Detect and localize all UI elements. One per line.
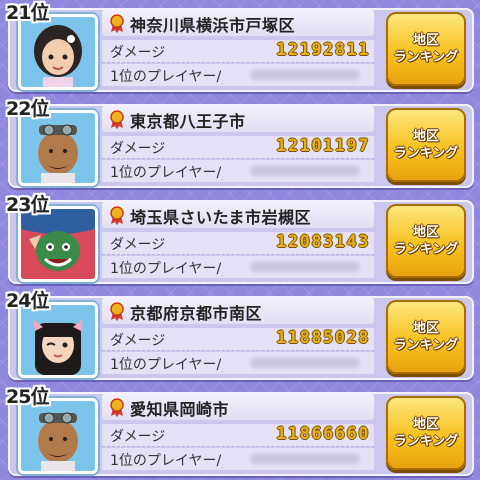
damage-value: 11885028 [276,328,370,348]
area-name: 神奈川県横浜市戸塚区 [130,16,296,35]
player-avatar [18,110,98,186]
top-player-line: 1位のプレイヤー/ [102,160,374,182]
damage-value: 12083143 [276,232,370,252]
damage-label: ダメージ [110,237,166,253]
damage-line: ダメージ 12192811 [102,40,374,63]
ranking-row: 21位 神奈川県横浜市戸塚区 ダメージ 12192811 1位のプレイヤー/ 地… [0,0,480,92]
area-name: 愛知県岡崎市 [130,400,230,419]
button-label-line1: 地区 [412,417,439,432]
top-player-label: 1位のプレイヤー/ [110,357,222,373]
area-ranking-button[interactable]: 地区 ランキング [386,108,466,182]
top-player-line: 1位のプレイヤー/ [102,64,374,86]
damage-value: 11866660 [276,424,370,444]
top-player-label: 1位のプレイヤー/ [110,261,222,277]
medal-icon [110,398,124,417]
rank-label: 21位 [6,2,49,24]
area-ranking-button[interactable]: 地区 ランキング [386,300,466,374]
rank-label: 25位 [6,386,49,408]
damage-label: ダメージ [110,429,166,445]
damage-line: ダメージ 12083143 [102,232,374,255]
player-avatar [18,302,98,378]
top-player-label: 1位のプレイヤー/ [110,165,222,181]
button-label-line2: ランキング [393,146,459,161]
blurred-player-name [250,454,360,464]
area-title-bar: 愛知県岡崎市 [102,394,374,420]
button-label-line1: 地区 [412,321,439,336]
rank-label: 24位 [6,290,49,312]
area-ranking-button[interactable]: 地区 ランキング [386,12,466,86]
damage-label: ダメージ [110,141,166,157]
ranking-row: 23位 埼玉県さいたま市岩槻区 ダメージ 12083143 1位のプレイヤー/ … [0,192,480,284]
damage-line: ダメージ 12101197 [102,136,374,159]
blurred-player-name [250,262,360,272]
blurred-player-name [250,166,360,176]
area-name: 東京都八王子市 [130,112,246,131]
ranking-list: 21位 神奈川県横浜市戸塚区 ダメージ 12192811 1位のプレイヤー/ 地… [0,0,480,480]
area-ranking-button[interactable]: 地区 ランキング [386,204,466,278]
area-title-bar: 東京都八王子市 [102,106,374,132]
area-title-bar: 京都府京都市南区 [102,298,374,324]
button-label-line2: ランキング [393,50,459,65]
button-label-line2: ランキング [393,338,459,353]
button-label-line1: 地区 [412,225,439,240]
top-player-label: 1位のプレイヤー/ [110,453,222,469]
area-name: 埼玉県さいたま市岩槻区 [130,208,312,227]
ranking-row: 24位 京都府京都市南区 ダメージ 11885028 1位のプレイヤー/ 地区 … [0,288,480,380]
medal-icon [110,14,124,33]
damage-value: 12192811 [276,40,370,60]
top-player-label: 1位のプレイヤー/ [110,69,222,85]
damage-line: ダメージ 11866660 [102,424,374,447]
damage-label: ダメージ [110,45,166,61]
medal-icon [110,110,124,129]
area-ranking-button[interactable]: 地区 ランキング [386,396,466,470]
blurred-player-name [250,70,360,80]
blurred-player-name [250,358,360,368]
rank-label: 23位 [6,194,49,216]
top-player-line: 1位のプレイヤー/ [102,352,374,374]
area-title-bar: 埼玉県さいたま市岩槻区 [102,202,374,228]
ranking-row: 25位 愛知県岡崎市 ダメージ 11866660 1位のプレイヤー/ 地区 ラン… [0,384,480,476]
button-label-line2: ランキング [393,434,459,449]
area-name: 京都府京都市南区 [130,304,263,323]
damage-value: 12101197 [276,136,370,156]
player-avatar [18,398,98,474]
player-avatar [18,206,98,282]
top-player-line: 1位のプレイヤー/ [102,448,374,470]
rank-label: 22位 [6,98,49,120]
damage-line: ダメージ 11885028 [102,328,374,351]
ranking-row: 22位 東京都八王子市 ダメージ 12101197 1位のプレイヤー/ 地区 ラ… [0,96,480,188]
button-label-line1: 地区 [412,129,439,144]
medal-icon [110,206,124,225]
area-title-bar: 神奈川県横浜市戸塚区 [102,10,374,36]
damage-label: ダメージ [110,333,166,349]
player-avatar [18,14,98,90]
button-label-line2: ランキング [393,242,459,257]
button-label-line1: 地区 [412,33,439,48]
top-player-line: 1位のプレイヤー/ [102,256,374,278]
medal-icon [110,302,124,321]
